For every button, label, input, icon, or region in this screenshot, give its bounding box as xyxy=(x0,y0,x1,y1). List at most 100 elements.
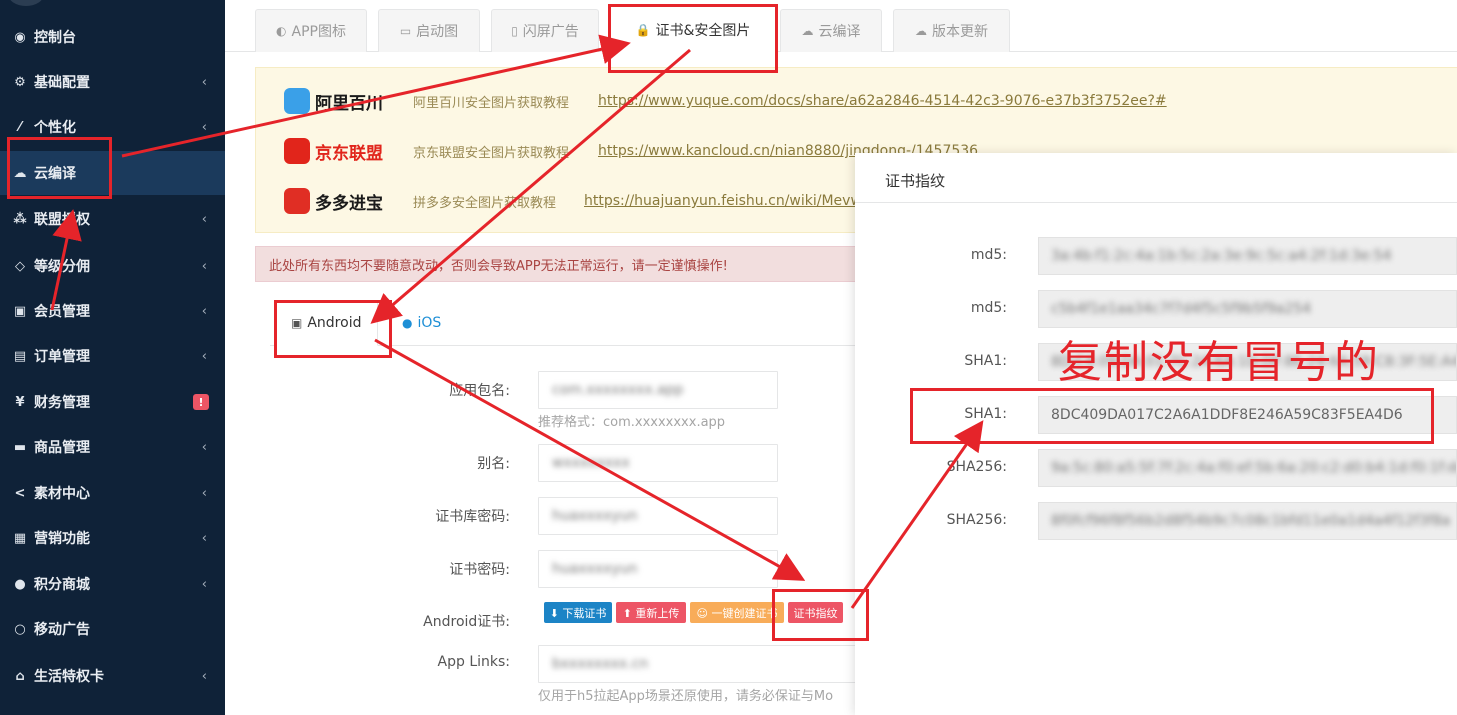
sidebar-item-4[interactable]: ⁂ 联盟授权 ‹ xyxy=(0,197,225,241)
sidebar-item-8[interactable]: ¥ 财务管理! xyxy=(0,380,225,424)
sidebar-item-label: 云编译 xyxy=(34,166,76,182)
avatar[interactable] xyxy=(8,0,44,6)
applinks-input[interactable]: bxxxxxxxx.cn xyxy=(538,645,868,683)
sidebar-item-5[interactable]: ◇ 等级分佣 ‹ xyxy=(0,244,225,288)
sidebar-item-14[interactable]: ⌂ 生活特权卡 ‹ xyxy=(0,654,225,698)
sidebar-item-1[interactable]: ⚙ 基础配置 ‹ xyxy=(0,60,225,104)
sidebar-item-6[interactable]: ▣ 会员管理 ‹ xyxy=(0,289,225,333)
chevron-left-icon: ‹ xyxy=(201,576,207,592)
fingerprint-field[interactable]: c5b4f1e1aa34c7f7d4f5c5f9b5f9a254 xyxy=(1038,290,1457,328)
applinks-help: 仅用于h5拉起App场景还原使用，请务必保证与Mo xyxy=(538,689,834,704)
cloud-upload-icon: ☁ xyxy=(915,24,927,38)
tab-label: 证书&安全图片 xyxy=(655,23,751,39)
image-icon: ▭ xyxy=(399,24,412,38)
keystore-password-input[interactable]: huaxxxxyun xyxy=(538,497,778,535)
alias-input[interactable]: wxxxxxxxx xyxy=(538,444,778,482)
tab-label: 版本更新 xyxy=(932,24,988,40)
tutorial-link[interactable]: https://www.yuque.com/docs/share/a62a284… xyxy=(598,93,1167,109)
brand-logo-icon xyxy=(284,88,310,114)
sidebar-item-7[interactable]: ▤ 订单管理 ‹ xyxy=(0,334,225,378)
tab-ios-label: iOS xyxy=(417,315,442,331)
tab-5[interactable]: ☁ 版本更新 xyxy=(893,9,1010,52)
tab-3[interactable]: 🔒 证书&安全图片 xyxy=(608,6,778,53)
copy-icon: ▤ xyxy=(13,348,27,364)
users-icon: ⁂ xyxy=(13,211,27,227)
fingerprint-field[interactable]: 9a:5c:80:a5:5f:7f:2c:4a:f0:ef:5b:6a:20:c… xyxy=(1038,449,1457,487)
sidebar: ◉ 控制台 ⚙ 基础配置 ‹ ⁄ 个性化 ‹ ☁ 云编译 ⁂ 联盟授权 ‹ ◇ 等级分佣 ‹ ▣ 会员管理 ‹ ▤ 订单… xyxy=(0,0,225,715)
link-row: 阿里百川 阿里百川安全图片获取教程 https://www.yuque.com/do… xyxy=(256,81,1457,121)
chevron-left-icon: ‹ xyxy=(201,119,207,135)
reupload-cert-button[interactable]: ⬆ 重新上传 xyxy=(616,602,686,623)
fingerprint-value: 9a:5c:80:a5:5f:7f:2c:4a:f0:ef:5b:6a:20:c… xyxy=(1051,460,1457,476)
sidebar-item-13[interactable]: ○ 移动广告 xyxy=(0,607,225,651)
tab-label: 闪屏广告 xyxy=(522,24,579,40)
package-value: com.xxxxxxxx.app xyxy=(552,382,684,398)
sidebar-item-label: 财务管理 xyxy=(34,395,90,411)
dashboard-icon: ◉ xyxy=(14,29,26,45)
sidebar-item-label: 联盟授权 xyxy=(34,212,90,228)
sidebar-item-label: 移动广告 xyxy=(34,622,90,638)
fingerprint-value: 8f0fcf96f8f56b2d8f54b9c7c08c1bfd11e0a1d4… xyxy=(1051,513,1451,529)
share-icon: < xyxy=(14,485,26,501)
sidebar-item-9[interactable]: ▬ 商品管理 ‹ xyxy=(0,425,225,469)
tab-android[interactable]: ▣ Android xyxy=(274,300,379,346)
fingerprint-field[interactable]: 3a:4b:f1:2c:4a:1b:5c:2a:3e:9c:5c:a4:2f:1… xyxy=(1038,237,1457,275)
fingerprint-label: SHA1: xyxy=(964,353,1007,369)
tab-ios[interactable]: ● iOS xyxy=(402,300,441,346)
tab-4[interactable]: ☁ 云编译 xyxy=(780,9,882,52)
applinks-label: App Links: xyxy=(437,654,510,670)
cogs-icon: ⚙ xyxy=(14,74,26,90)
fingerprint-modal: 证书指纹 md5: 3a:4b:f1:2c:4a:1b:5c:2a:3e:9c:5… xyxy=(855,153,1457,715)
cert-fingerprint-button[interactable]: 证书指纹 xyxy=(788,602,843,623)
sidebar-item-label: 会员管理 xyxy=(34,304,90,320)
sidebar-item-12[interactable]: ● 积分商城 ‹ xyxy=(0,562,225,606)
fingerprint-field[interactable]: 8DC409DA017C2A6A1DDF8E246A59C83F5EA4D6 xyxy=(1038,396,1457,434)
modal-title: 证书指纹 xyxy=(885,172,946,190)
brand-logo: 京东联盟 xyxy=(284,138,383,164)
lock-icon: 🔒 xyxy=(635,23,651,37)
bank-icon: ⌂ xyxy=(15,668,25,684)
sidebar-item-3[interactable]: ☁ 云编译 xyxy=(0,151,225,195)
annotation-callout: 复制没有冒号的 xyxy=(1058,337,1380,388)
sidebar-item-11[interactable]: ▦ 营销功能 ‹ xyxy=(0,516,225,560)
tab-android-label: Android xyxy=(307,315,362,331)
brand-logo-icon xyxy=(284,188,310,214)
create-cert-button[interactable]: ☺ 一键创建证书 xyxy=(690,602,784,623)
fingerprint-label: md5: xyxy=(970,300,1007,316)
cert-password-input[interactable]: huaxxxxyun xyxy=(538,550,778,588)
download-cert-button[interactable]: ⬇ 下载证书 xyxy=(544,602,612,623)
file-icon: ▯ xyxy=(511,24,518,38)
fingerprint-label: SHA1: xyxy=(964,406,1007,422)
tutorial-description: 拼多多安全图片获取教程 xyxy=(413,195,557,211)
os-tabs: ▣ Android ● iOS xyxy=(270,300,870,346)
tutorial-link[interactable]: https://huajuanyun.feishu.cn/wiki/Mevw xyxy=(584,193,862,209)
alert-badge: ! xyxy=(193,394,209,410)
fingerprint-field[interactable]: 8f0fcf96f8f56b2d8f54b9c7c08c1bfd11e0a1d4… xyxy=(1038,502,1457,540)
applinks-value: bxxxxxxxx.cn xyxy=(552,656,649,672)
sidebar-item-0[interactable]: ◉ 控制台 xyxy=(0,15,225,59)
fingerprint-value: c5b4f1e1aa34c7f7d4f5c5f9b5f9a254 xyxy=(1051,301,1312,317)
sidebar-item-label: 控制台 xyxy=(34,30,76,46)
sidebar-item-10[interactable]: < 素材中心 ‹ xyxy=(0,471,225,515)
apple-icon: ● xyxy=(402,316,413,330)
sidebar-item-label: 营销功能 xyxy=(34,531,90,547)
sidebar-item-label: 个性化 xyxy=(34,120,76,136)
tab-0[interactable]: ◐ APP图标 xyxy=(255,9,367,52)
android-icon: ▣ xyxy=(291,316,303,330)
sidebar-item-label: 基础配置 xyxy=(34,75,90,91)
adjust-icon: ◐ xyxy=(276,24,287,38)
brand-name: 阿里百川 xyxy=(315,93,383,114)
gift-icon: ▦ xyxy=(13,530,27,546)
sidebar-item-label: 订单管理 xyxy=(34,349,90,365)
sidebar-item-2[interactable]: ⁄ 个性化 ‹ xyxy=(0,105,225,149)
brand-logo: 阿里百川 xyxy=(284,88,383,114)
chevron-left-icon: ‹ xyxy=(201,303,207,319)
fingerprint-value: 8DC409DA017C2A6A1DDF8E246A59C83F5EA4D6 xyxy=(1051,407,1403,423)
ring-icon: ○ xyxy=(14,621,26,637)
cloud-icon: ☁ xyxy=(801,24,814,38)
tab-1[interactable]: ▭ 启动图 xyxy=(378,9,480,52)
tutorial-description: 京东联盟安全图片获取教程 xyxy=(413,145,570,161)
tutorial-description: 阿里百川安全图片获取教程 xyxy=(413,95,570,111)
tab-2[interactable]: ▯ 闪屏广告 xyxy=(491,9,599,52)
package-input[interactable]: com.xxxxxxxx.app xyxy=(538,371,778,409)
